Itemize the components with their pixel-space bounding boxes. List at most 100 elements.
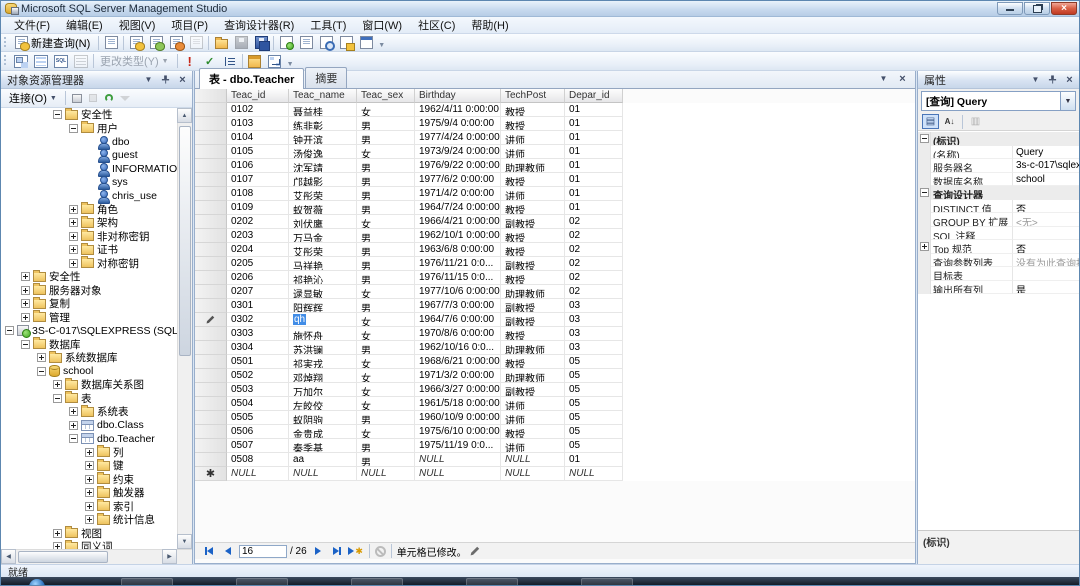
grid-cell[interactable]: 男	[357, 411, 415, 425]
grid-cell[interactable]: 女	[357, 285, 415, 299]
collapse-icon[interactable]	[919, 134, 929, 144]
tree-vertical-scrollbar[interactable]: ▲ ▼	[177, 108, 192, 549]
expand-icon[interactable]	[53, 380, 62, 390]
tree-item[interactable]: 视图	[1, 526, 177, 541]
tab-active[interactable]: 表 - dbo.Teacher	[199, 68, 305, 89]
grid-cell[interactable]: 1962/10/1 0:00:00	[415, 229, 501, 243]
windows-taskbar[interactable]	[1, 577, 1079, 585]
grid-cell[interactable]: 1963/6/8 0:00:00	[415, 243, 501, 257]
menu-item[interactable]: 查询设计器(R)	[217, 15, 301, 35]
tree-item[interactable]: 系统数据库	[1, 350, 177, 365]
window-position-icon[interactable]: ▼	[142, 73, 155, 86]
property-row[interactable]: 查询参数列表没有为此查询指定参数	[918, 253, 1079, 267]
property-row[interactable]: Top 规范否	[918, 240, 1079, 254]
toolbar-overflow-icon[interactable]: ▼	[378, 42, 385, 51]
collapse-icon[interactable]	[21, 339, 30, 349]
row-selector[interactable]	[195, 159, 227, 173]
grid-cell[interactable]: 01	[565, 103, 623, 117]
expand-icon[interactable]	[85, 447, 94, 457]
grid-cell[interactable]: 女	[357, 397, 415, 411]
collapse-icon[interactable]	[5, 326, 14, 336]
property-category-row[interactable]: (标识)	[918, 132, 1079, 146]
categorized-icon[interactable]: ▤	[922, 114, 939, 129]
close-panel-icon[interactable]: ×	[176, 73, 189, 86]
tree-item[interactable]: 角色	[1, 202, 177, 217]
grid-cell[interactable]: 01	[565, 453, 623, 467]
tree-item[interactable]: dbo.Class	[1, 419, 177, 433]
grid-cell[interactable]: 男	[357, 243, 415, 257]
grid-cell[interactable]: 蚁阴驹	[289, 411, 357, 425]
grid-cell[interactable]: 02	[565, 257, 623, 271]
collapse-icon[interactable]	[53, 110, 62, 120]
collapse-icon[interactable]	[919, 188, 929, 198]
grid-cell[interactable]: 汤俊逸	[289, 145, 357, 159]
new-document-icon[interactable]	[101, 35, 121, 51]
summary-page-icon[interactable]	[296, 35, 316, 51]
properties-window-icon[interactable]	[356, 35, 376, 51]
grid-cell[interactable]: 1977/4/24 0:00:00	[415, 131, 501, 145]
grid-cell[interactable]: 03	[565, 313, 623, 327]
grid-cell[interactable]: 副教授	[501, 383, 565, 397]
property-value[interactable]: 是	[1013, 281, 1079, 294]
grid-cell[interactable]: 05	[565, 355, 623, 369]
property-value[interactable]: school	[1013, 173, 1079, 186]
connect-button[interactable]: 连接(O) ▼	[5, 89, 61, 107]
grid-cell[interactable]: 男	[357, 341, 415, 355]
active-files-icon[interactable]: ▼	[877, 72, 890, 85]
taskbar-button[interactable]	[351, 578, 403, 585]
window-position-icon[interactable]: ▼	[1029, 73, 1042, 86]
grid-cell[interactable]: 教授	[501, 327, 565, 341]
grid-cell[interactable]: 1977/10/6 0:00:00	[415, 285, 501, 299]
grid-cell[interactable]: 男	[357, 201, 415, 215]
collapse-icon[interactable]	[53, 393, 62, 403]
tab-inactive[interactable]: 摘要	[305, 67, 348, 88]
property-row[interactable]: 输出所有列是	[918, 280, 1079, 294]
grid-cell[interactable]: 男	[357, 159, 415, 173]
grid-cell[interactable]: 1975/9/4 0:00:00	[415, 117, 501, 131]
pin-icon[interactable]	[1046, 73, 1059, 86]
row-selector[interactable]	[195, 257, 227, 271]
refresh-icon[interactable]	[102, 92, 116, 105]
grid-cell[interactable]: 03	[565, 341, 623, 355]
scroll-left-icon[interactable]: ◀	[1, 549, 16, 564]
grid-cell[interactable]: 讲师	[501, 411, 565, 425]
grid-cell[interactable]: NULL	[227, 467, 289, 481]
grid-cell[interactable]: 1960/10/9 0:00:00	[415, 411, 501, 425]
grid-cell[interactable]: 金贵成	[289, 425, 357, 439]
grid-cell[interactable]: 万马金	[289, 229, 357, 243]
grid-cell[interactable]: 万加尔	[289, 383, 357, 397]
row-selector[interactable]	[195, 201, 227, 215]
scroll-down-icon[interactable]: ▼	[177, 534, 192, 549]
row-selector[interactable]	[195, 313, 227, 327]
expand-icon[interactable]	[53, 542, 62, 549]
row-selector[interactable]: ✱	[195, 467, 227, 481]
property-row[interactable]: 数据库名称 school	[918, 172, 1079, 186]
grid-cell[interactable]: 男	[357, 257, 415, 271]
grid-cell[interactable]: 01	[565, 173, 623, 187]
grid-cell[interactable]: 祁実戎	[289, 355, 357, 369]
property-value[interactable]: <无>	[1013, 213, 1079, 227]
object-explorer-icon[interactable]	[316, 35, 336, 51]
property-value[interactable]	[1013, 267, 1079, 281]
grid-cell[interactable]: 女	[357, 313, 415, 327]
grid-cell[interactable]: qh	[289, 313, 357, 327]
minimize-button[interactable]	[997, 2, 1023, 15]
property-value[interactable]: 3s-c-017\sqlexpress	[1013, 159, 1079, 173]
tree-item[interactable]: INFORMATION_SCHE	[1, 162, 177, 177]
expand-icon[interactable]	[21, 312, 30, 322]
grid-cell[interactable]: 助理教师	[501, 285, 565, 299]
grid-cell[interactable]: 教授	[501, 117, 565, 131]
grid-cell[interactable]: 0504	[227, 397, 289, 411]
menu-item[interactable]: 社区(C)	[411, 15, 462, 35]
tree-item[interactable]: 3S-C-017\SQLEXPRESS (SQL Server 9.0	[1, 324, 177, 339]
row-selector[interactable]	[195, 131, 227, 145]
grid-cell[interactable]: 男	[357, 187, 415, 201]
xmla-query-icon[interactable]	[166, 35, 186, 51]
grid-cell[interactable]: 马祥艳	[289, 257, 357, 271]
tree-item[interactable]: 同义词	[1, 539, 177, 549]
grid-cell[interactable]: 副教授	[501, 313, 565, 327]
grid-cell[interactable]: 教授	[501, 425, 565, 439]
grid-cell[interactable]: 助理教师	[501, 159, 565, 173]
grid-cell[interactable]: 1973/9/24 0:00:00	[415, 145, 501, 159]
row-selector[interactable]	[195, 327, 227, 341]
